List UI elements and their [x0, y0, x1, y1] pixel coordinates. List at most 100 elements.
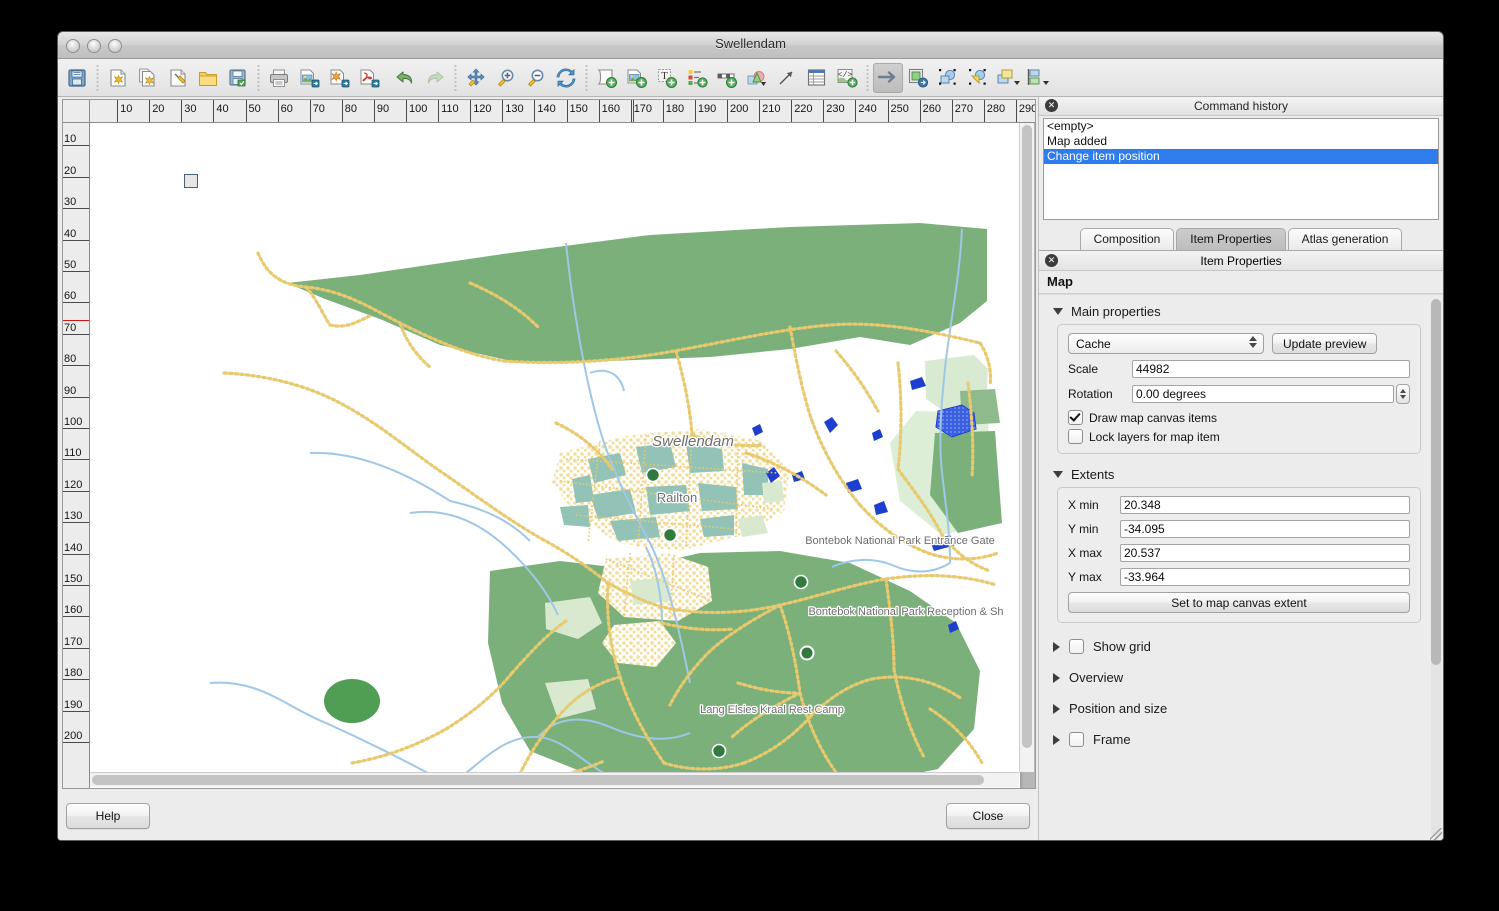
load-from-template-icon[interactable] [193, 63, 223, 93]
add-attribute-table-icon[interactable] [802, 63, 832, 93]
close-button[interactable]: Close [946, 803, 1030, 829]
scale-input[interactable]: 44982 [1132, 360, 1410, 378]
section-show-grid[interactable]: Show grid [1043, 631, 1427, 662]
main-properties-section-header[interactable]: Main properties [1043, 301, 1427, 322]
set-to-map-canvas-extent-button[interactable]: Set to map canvas extent [1068, 592, 1410, 613]
zoom-full-icon[interactable] [461, 63, 491, 93]
add-label-icon[interactable]: T [652, 63, 682, 93]
section-overview[interactable]: Overview [1043, 662, 1427, 693]
ruler-tick-label: 80 [64, 353, 76, 365]
y-max-input[interactable]: -33.964 [1120, 568, 1410, 586]
x-min-input[interactable]: 20.348 [1120, 496, 1410, 514]
scrollbar-thumb[interactable] [1431, 299, 1441, 665]
lock-layers-checkbox[interactable] [1068, 429, 1083, 444]
refresh-view-icon[interactable] [551, 63, 581, 93]
new-composition-icon[interactable] [103, 63, 133, 93]
add-html-frame-icon[interactable]: </> [832, 63, 862, 93]
duplicate-composition-icon[interactable] [133, 63, 163, 93]
place-marker-railton [664, 529, 677, 542]
close-icon[interactable]: ✕ [1045, 254, 1058, 267]
window-titlebar: Swellendam [58, 32, 1443, 59]
screen-root: Swellendam [0, 0, 1499, 911]
rotation-input[interactable]: 0.00 degrees [1132, 385, 1394, 403]
move-item-content-icon[interactable] [903, 63, 933, 93]
command-history-item[interactable]: <empty> [1044, 119, 1438, 134]
update-preview-button[interactable]: Update preview [1272, 333, 1377, 354]
frame-checkbox[interactable] [1069, 732, 1084, 747]
ruler-tick-label: 40 [64, 228, 76, 240]
group-items-icon[interactable] [933, 63, 963, 93]
ruler-tick-label: 30 [64, 196, 76, 208]
help-button[interactable]: Help [66, 803, 150, 829]
x-max-input[interactable]: 20.537 [1120, 544, 1410, 562]
item-properties-scroll-area[interactable]: Main properties Cache [1039, 294, 1443, 841]
raise-items-icon[interactable] [993, 63, 1023, 93]
ruler-tick-h: 20 [149, 100, 150, 122]
composition-canvas[interactable]: SwellendamRailtonBontebok National Park … [90, 123, 1035, 788]
render-mode-row: Cache Update preview [1068, 333, 1410, 354]
add-shape-icon[interactable] [742, 63, 772, 93]
export-as-svg-icon[interactable] [324, 63, 354, 93]
save-project-icon[interactable] [62, 63, 92, 93]
ruler-tick-label: 50 [249, 103, 261, 115]
close-icon[interactable]: ✕ [1045, 99, 1058, 112]
map-item[interactable]: SwellendamRailtonBontebok National Park … [90, 123, 1020, 787]
tab-item-properties[interactable]: Item Properties [1176, 228, 1285, 250]
zoom-out-icon[interactable] [521, 63, 551, 93]
y-max-row: Y max -33.964 [1068, 568, 1410, 586]
properties-scrollbar[interactable] [1431, 299, 1441, 837]
ruler-tick-label: 100 [409, 103, 427, 115]
command-history-item[interactable]: Change item position [1044, 149, 1438, 164]
ruler-tick-h: 140 [534, 100, 535, 122]
save-as-template-icon[interactable] [223, 63, 253, 93]
section-position-and-size[interactable]: Position and size [1043, 693, 1427, 724]
ruler-tick-v: 200 [63, 742, 89, 743]
draw-map-canvas-items-row[interactable]: Draw map canvas items [1068, 410, 1410, 425]
ruler-tick-h: 280 [984, 100, 985, 122]
tab-composition[interactable]: Composition [1080, 228, 1175, 250]
ruler-tick-v: 100 [63, 428, 89, 429]
command-history-item[interactable]: Map added [1044, 134, 1438, 149]
section-frame[interactable]: Frame [1043, 724, 1427, 755]
canvas-vertical-scrollbar[interactable] [1019, 123, 1034, 772]
draw-map-canvas-items-checkbox[interactable] [1068, 410, 1083, 425]
y-min-input[interactable]: -34.095 [1120, 520, 1410, 538]
scrollbar-thumb[interactable] [92, 775, 984, 785]
extents-section-header[interactable]: Extents [1043, 464, 1427, 485]
ruler-tick-v: 120 [63, 491, 89, 492]
add-new-map-icon[interactable] [592, 63, 622, 93]
select-move-item-icon[interactable] [873, 63, 903, 93]
add-arrow-icon[interactable] [772, 63, 802, 93]
render-mode-select[interactable]: Cache [1068, 333, 1264, 354]
zoom-in-icon[interactable] [491, 63, 521, 93]
resize-grip[interactable] [1430, 828, 1442, 840]
command-history-list[interactable]: <empty>Map addedChange item position [1043, 118, 1439, 220]
composer-manager-icon[interactable] [163, 63, 193, 93]
ruler-tick-label: 80 [345, 103, 357, 115]
ruler-tick-label: 100 [64, 416, 82, 428]
ruler-tick-h: 10 [117, 100, 118, 122]
add-image-icon[interactable] [622, 63, 652, 93]
add-scalebar-icon[interactable] [712, 63, 742, 93]
ungroup-items-icon[interactable] [963, 63, 993, 93]
export-as-image-icon[interactable] [294, 63, 324, 93]
y-min-label: Y min [1068, 522, 1120, 536]
show-grid-checkbox[interactable] [1069, 639, 1084, 654]
scrollbar-thumb[interactable] [1022, 125, 1032, 748]
canvas-horizontal-scrollbar[interactable] [90, 772, 1019, 787]
tab-atlas-generation[interactable]: Atlas generation [1288, 228, 1403, 250]
composer-view[interactable]: 1020304050607080901001101201301401501601… [62, 99, 1036, 789]
align-items-icon[interactable] [1023, 63, 1053, 93]
undo-icon[interactable] [390, 63, 420, 93]
export-as-pdf-icon[interactable] [354, 63, 384, 93]
print-icon[interactable] [264, 63, 294, 93]
composition-page[interactable]: SwellendamRailtonBontebok National Park … [90, 123, 1020, 788]
ruler-tick-label: 10 [120, 103, 132, 115]
add-legend-icon[interactable] [682, 63, 712, 93]
selection-handle[interactable] [184, 174, 198, 188]
redo-icon[interactable] [420, 63, 450, 93]
x-max-label: X max [1068, 546, 1120, 560]
rotation-stepper[interactable] [1396, 384, 1410, 404]
lock-layers-row[interactable]: Lock layers for map item [1068, 429, 1410, 444]
item-properties-dock: ✕ Item Properties Map Main properties [1039, 251, 1443, 841]
